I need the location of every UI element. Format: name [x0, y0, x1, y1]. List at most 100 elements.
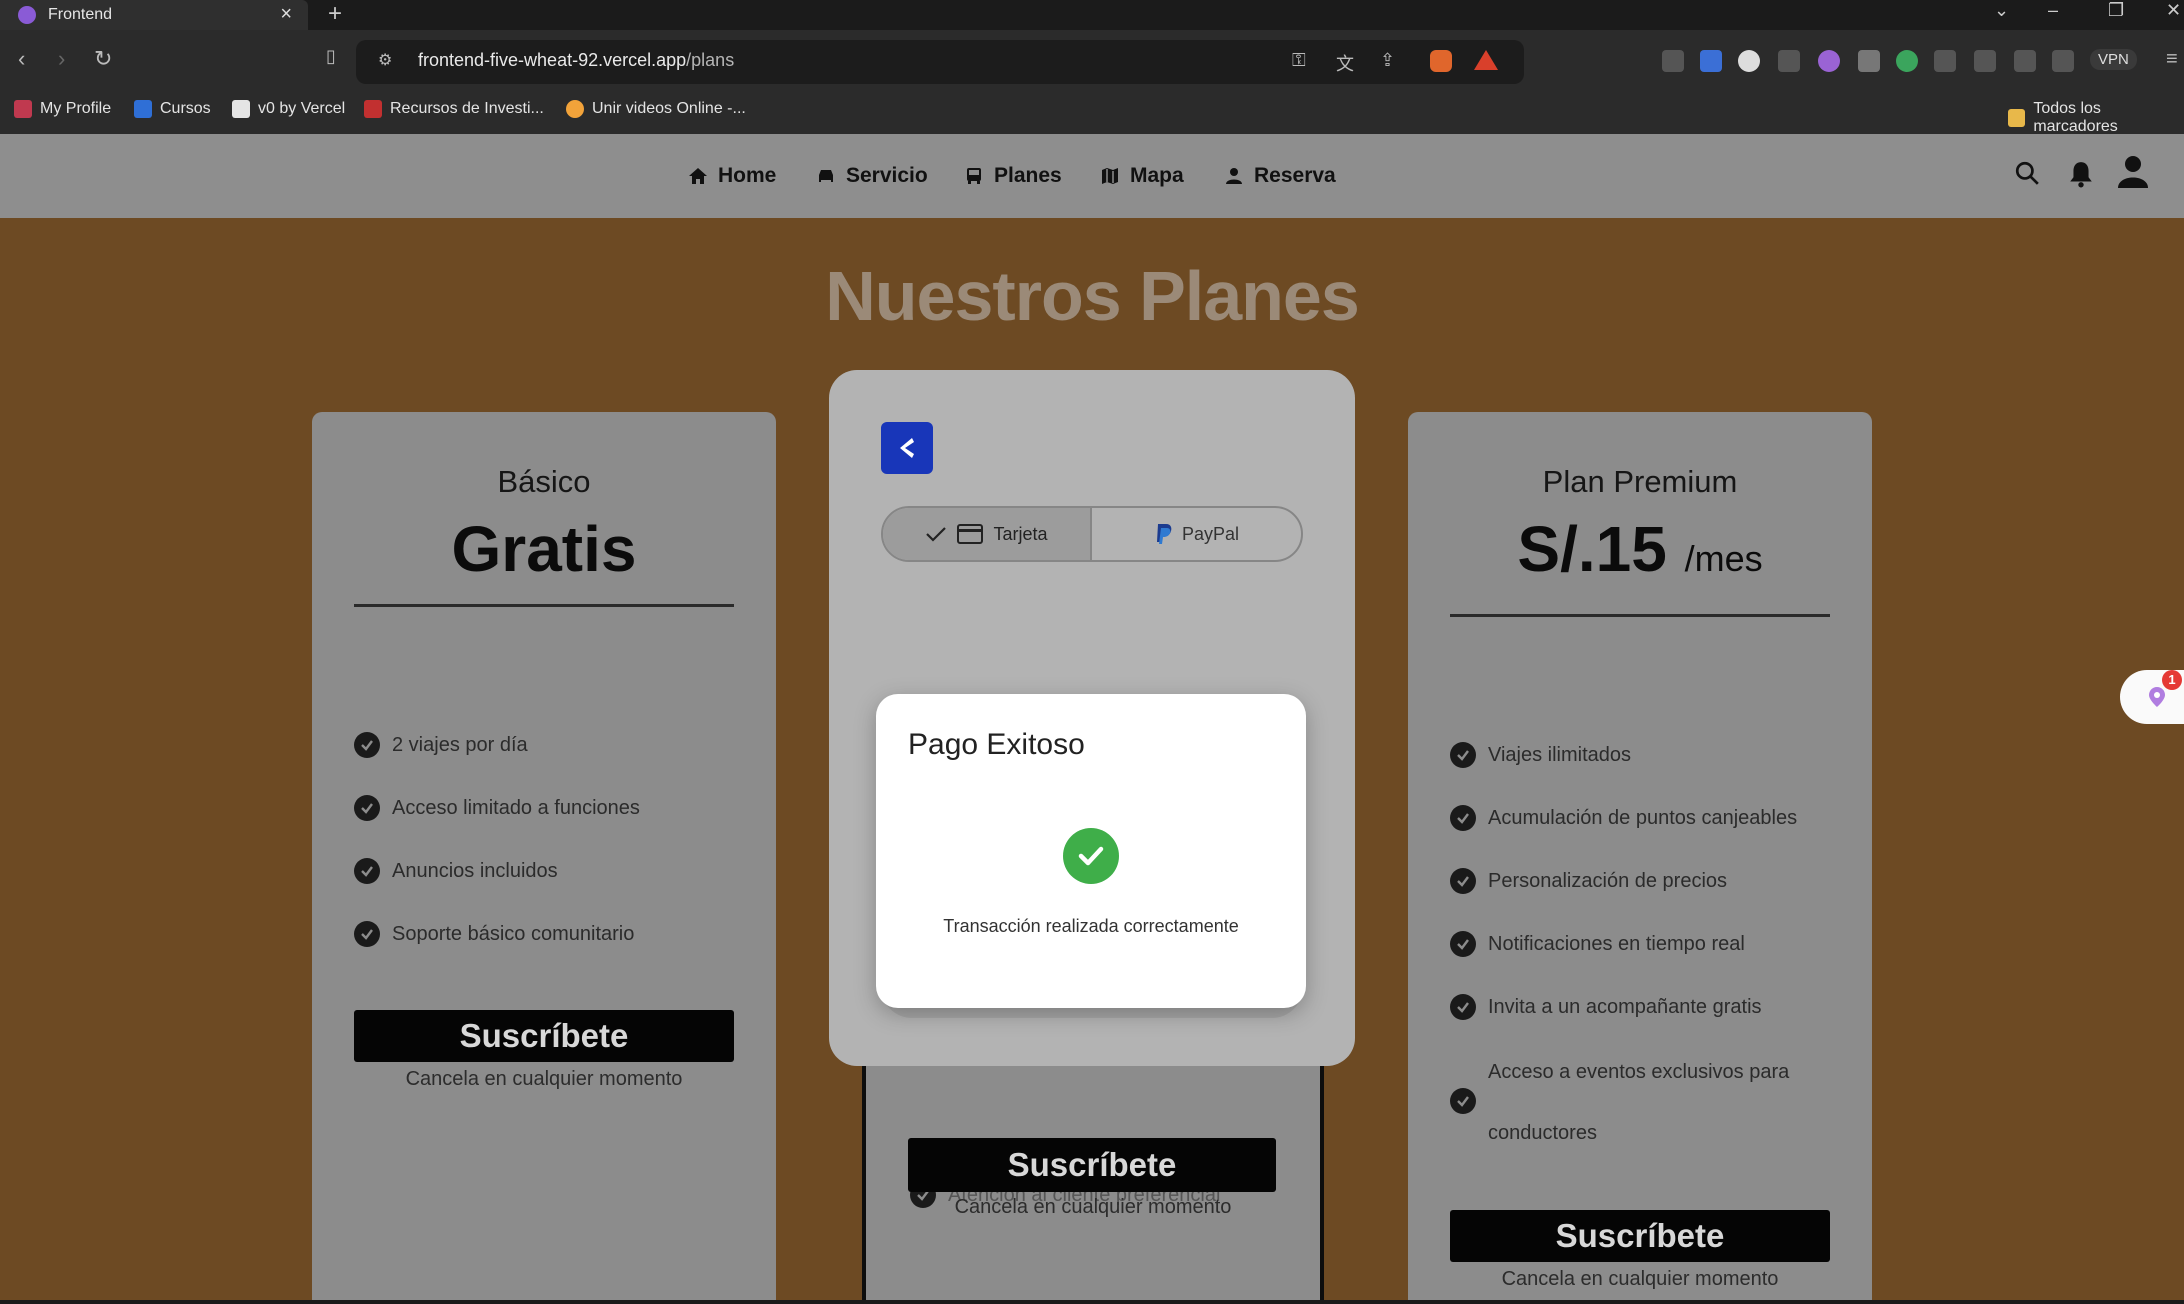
divider [1450, 614, 1830, 617]
plan-name: Básico [497, 464, 591, 499]
feature-item: Invita a un acompañante gratis [1450, 994, 1762, 1020]
extension-doc-icon[interactable] [1662, 50, 1684, 72]
menu-icon[interactable]: ≡ [2166, 48, 2178, 71]
back-icon[interactable]: ‹ [18, 46, 25, 72]
bottom-border [0, 1300, 2184, 1304]
feature-item: Anuncios incluidos [354, 858, 558, 884]
check-icon [354, 921, 380, 947]
share-icon[interactable]: ⇪ [1380, 50, 1395, 71]
browser-tab[interactable]: Frontend × [0, 0, 308, 30]
restore-icon[interactable]: ❐ [2108, 0, 2124, 21]
wallet-icon[interactable] [2014, 50, 2036, 72]
v0-icon [232, 100, 250, 118]
brave-shield-icon[interactable] [1430, 50, 1452, 72]
leo-ai-icon[interactable] [2052, 50, 2074, 72]
credit-card-icon [957, 524, 984, 544]
account-icon[interactable] [2116, 154, 2150, 190]
location-pin-icon [2149, 687, 2165, 707]
user-icon [1226, 168, 1242, 184]
home-icon [689, 168, 707, 184]
feature-item: 2 viajes por día [354, 732, 528, 758]
bookmark-my-profile[interactable]: My Profile [14, 100, 111, 118]
subscribe-button[interactable]: Suscríbete [354, 1010, 734, 1062]
bookmark-all-folder[interactable]: Todos los marcadores [2008, 100, 2184, 136]
check-icon [354, 858, 380, 884]
subscribe-button[interactable]: Suscríbete [1450, 1210, 1830, 1262]
feature-item: Acumulación de puntos canjeables [1450, 805, 1797, 831]
check-icon [354, 795, 380, 821]
payment-method-tabs: Tarjeta PayPal [881, 506, 1303, 562]
extension-s-icon[interactable] [1858, 50, 1880, 72]
tab-list-icon[interactable]: ⌄ [1994, 0, 2009, 21]
new-tab-icon[interactable]: + [328, 0, 342, 28]
car-icon [819, 170, 833, 182]
search-icon[interactable] [2014, 160, 2040, 186]
feature-item: Notificaciones en tiempo real [1450, 931, 1745, 957]
key-icon[interactable]: ⚿ [1292, 50, 1306, 71]
page-content: Home Servicio Planes Mapa Reserva Nuestr… [0, 134, 2184, 1300]
translate-icon[interactable]: 文 [1336, 50, 1354, 76]
check-icon [1450, 742, 1476, 768]
cancel-note: Cancela en cualquier momento [1501, 1268, 1779, 1290]
check-icon [1450, 1088, 1476, 1114]
check-icon [1450, 868, 1476, 894]
nav-servicio[interactable]: Servicio [816, 164, 928, 188]
minimize-icon[interactable]: – [2048, 0, 2058, 21]
check-icon [1450, 994, 1476, 1020]
vpn-button[interactable]: VPN [2090, 49, 2137, 70]
feature-item: Soporte básico comunitario [354, 921, 634, 947]
unir-videos-icon [566, 100, 584, 118]
bookmark-cursos[interactable]: Cursos [134, 100, 211, 118]
success-check-icon [1063, 828, 1119, 884]
notification-badge: 1 [2162, 670, 2182, 690]
checkmark-icon [926, 527, 947, 542]
site-settings-icon[interactable]: ⚙ [378, 50, 392, 70]
nav-home[interactable]: Home [688, 164, 776, 188]
tab-favicon-icon [18, 6, 36, 24]
floating-widget[interactable]: 1 [2120, 670, 2184, 724]
browser-tabbar: Frontend × + ⌄ – ❐ ✕ [0, 0, 2184, 30]
check-icon [354, 732, 380, 758]
feature-item: Viajes ilimitados [1450, 742, 1631, 768]
tab-paypal[interactable]: PayPal [1092, 508, 1301, 560]
bookmark-v0[interactable]: v0 by Vercel [232, 100, 345, 118]
url-text[interactable]: frontend-five-wheat-92.vercel.app/plans [418, 50, 734, 71]
feature-item: Acceso limitado a funciones [354, 795, 640, 821]
close-window-icon[interactable]: ✕ [2166, 0, 2181, 21]
success-dialog: Pago Exitoso Transacción realizada corre… [876, 694, 1306, 1008]
paypal-icon [1156, 524, 1172, 544]
nav-mapa[interactable]: Mapa [1100, 164, 1184, 188]
feature-item: Personalización de precios [1450, 868, 1727, 894]
close-tab-icon[interactable]: × [280, 3, 292, 26]
bookmark-recursos[interactable]: Recursos de Investi... [364, 100, 544, 118]
extension-translate-icon[interactable] [1700, 50, 1722, 72]
extension-v-icon[interactable] [1778, 50, 1800, 72]
sidebar-toggle-icon[interactable] [1974, 50, 1996, 72]
bell-icon[interactable] [2068, 160, 2094, 188]
extensions-puzzle-icon[interactable] [1934, 50, 1956, 72]
nav-reserva[interactable]: Reserva [1224, 164, 1336, 188]
nav-planes[interactable]: Planes [964, 164, 1062, 188]
bookmark-unir-videos[interactable]: Unir videos Online -... [566, 100, 746, 118]
extension-green-icon[interactable] [1896, 50, 1918, 72]
plan-price: S/.15 /mes [1517, 513, 1763, 585]
plan-card-basic: Básico Gratis 2 viajes por día Acceso li… [312, 412, 776, 1300]
extension-location-icon[interactable] [1818, 50, 1840, 72]
subscribe-button[interactable]: Suscríbete [908, 1138, 1276, 1192]
tab-title: Frontend [48, 6, 113, 23]
extension-ghost-icon[interactable] [1738, 50, 1760, 72]
brand-logo-icon [881, 422, 933, 474]
reload-icon[interactable]: ↻ [94, 46, 112, 72]
bookmark-icon[interactable]: ▯ [326, 46, 336, 67]
divider [354, 604, 734, 607]
cancel-note: Cancela en cualquier momento [954, 1196, 1232, 1218]
tab-tarjeta[interactable]: Tarjeta [883, 508, 1092, 560]
brave-rewards-icon[interactable] [1474, 50, 1498, 70]
plan-name: Plan Premium [1542, 464, 1738, 499]
check-icon [1450, 931, 1476, 957]
plan-price: Gratis [451, 513, 637, 585]
page-title: Nuestros Planes [825, 257, 1360, 335]
plan-card-premium: Plan Premium S/.15 /mes Viajes ilimitado… [1408, 412, 1872, 1300]
map-icon [1102, 168, 1118, 184]
forward-icon[interactable]: › [58, 46, 65, 72]
